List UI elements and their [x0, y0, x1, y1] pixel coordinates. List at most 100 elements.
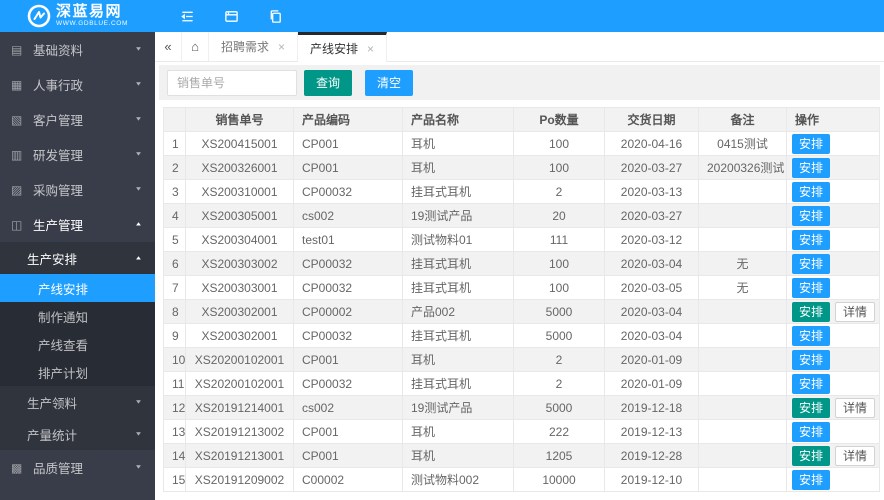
tab-recruit-demand[interactable]: 招聘需求 ×: [209, 32, 299, 61]
close-tab-icon[interactable]: ×: [278, 41, 285, 53]
arrange-button[interactable]: 安排: [792, 133, 831, 154]
cell-product_code: CP00032: [293, 323, 403, 348]
cell-delivery_date: 2020-04-16: [604, 131, 699, 156]
table-row: 11 XS20200102001 CP00032 挂耳式耳机 2 2020-01-09 安排: [163, 371, 880, 396]
cell-po_qty: 100: [513, 155, 605, 180]
sidebar-item-basic-data[interactable]: ▤ 基础资料 ▼: [0, 32, 155, 67]
cell-product_name: 挂耳式耳机: [402, 323, 514, 348]
cell-product_name: 19测试产品: [402, 203, 514, 228]
arrange-button[interactable]: 安排: [792, 229, 831, 250]
detail-button[interactable]: 详情: [835, 301, 876, 322]
sidebar-item-rd-mgmt[interactable]: ▥ 研发管理 ▼: [0, 137, 155, 172]
cell-remark: [698, 419, 787, 444]
column-header: 产品名称: [402, 107, 514, 132]
sidebar-item-hr-admin[interactable]: ▦ 人事行政 ▼: [0, 67, 155, 102]
cell-product_code: test01: [293, 227, 403, 252]
column-header: 操作: [786, 107, 880, 132]
table-row: 10 XS20200102001 CP001 耳机 2 2020-01-09 安排: [163, 347, 880, 372]
sidebar-item-line-view[interactable]: 产线查看: [0, 330, 155, 358]
cell-product_code: CP00032: [293, 251, 403, 276]
arrange-button[interactable]: 安排: [792, 445, 831, 466]
sidebar-item-scheduling-plan[interactable]: 排产计划: [0, 358, 155, 386]
table-row: 1 XS200415001 CP001 耳机 100 2020-04-16 0415测试 安排: [163, 131, 880, 156]
arrange-button[interactable]: 安排: [792, 469, 831, 490]
arrange-button[interactable]: 安排: [792, 373, 831, 394]
cell-actions: 安排: [786, 155, 880, 180]
sidebar-item-label: 产线安排: [38, 282, 89, 297]
brand-subtitle: WWW.GDBLUE.COM: [56, 20, 128, 28]
sidebar-item-customer-mgmt[interactable]: ▧ 客户管理 ▼: [0, 102, 155, 137]
arrange-button[interactable]: 安排: [792, 205, 831, 226]
tabbar: « ⌂ 招聘需求 × 产线安排 ×: [155, 32, 884, 62]
home-icon[interactable]: ⌂: [182, 32, 209, 61]
sidebar-item-production-mgmt[interactable]: ◫ 生产管理 ▲: [0, 207, 155, 242]
cell-actions: 安排: [786, 467, 880, 492]
sidebar-item-production-arrange[interactable]: 生产安排 ▲: [0, 242, 155, 274]
search-toolbar: 查询 清空: [159, 65, 880, 100]
copy-icon[interactable]: [267, 8, 283, 24]
cell-sale_no: XS20200102001: [185, 347, 294, 372]
cell-product_name: 耳机: [402, 131, 514, 156]
outline-list-icon[interactable]: [179, 8, 195, 24]
chevron-down-icon: ▼: [134, 431, 143, 437]
cell-product_code: CP001: [293, 419, 403, 444]
column-header: 交货日期: [604, 107, 699, 132]
main-content: « ⌂ 招聘需求 × 产线安排 × 查询 清空 销售单号产品编码产品名称Po数量交货日…: [155, 32, 884, 500]
window-icon[interactable]: [223, 8, 239, 24]
cell-sale_no: XS20191213002: [185, 419, 294, 444]
table-row: 4 XS200305001 cs002 19测试产品 20 2020-03-27 安排: [163, 203, 880, 228]
arrange-button[interactable]: 安排: [792, 181, 831, 202]
sidebar-item-output-stats[interactable]: 产量统计 ▼: [0, 418, 155, 450]
cell-po_qty: 100: [513, 251, 605, 276]
table-row: 6 XS200303002 CP00032 挂耳式耳机 100 2020-03-04 无安排: [163, 251, 880, 276]
cell-sale_no: XS200303002: [185, 251, 294, 276]
query-button[interactable]: 查询: [304, 69, 353, 96]
cell-product_code: CP001: [293, 443, 403, 468]
cell-index: 1: [163, 131, 186, 156]
brand[interactable]: 深蓝易网 WWW.GDBLUE.COM: [0, 0, 155, 32]
cell-po_qty: 5000: [513, 323, 605, 348]
arrange-button[interactable]: 安排: [792, 277, 831, 298]
cell-product_name: 测试物料002: [402, 467, 514, 492]
sidebar-item-label: 基础资料: [33, 44, 84, 58]
cell-remark: [698, 227, 787, 252]
arrange-button[interactable]: 安排: [792, 349, 831, 370]
cell-product_code: CP00032: [293, 179, 403, 204]
file-icon: ◫: [11, 217, 23, 232]
cell-remark: [698, 443, 787, 468]
sidebar-item-purchasing-mgmt[interactable]: ▨ 采购管理 ▼: [0, 172, 155, 207]
cell-actions: 安排: [786, 419, 880, 444]
cell-index: 8: [163, 299, 186, 324]
cell-delivery_date: 2020-03-13: [604, 179, 699, 204]
sidebar-item-make-notice[interactable]: 制作通知: [0, 302, 155, 330]
cell-delivery_date: 2020-03-04: [604, 299, 699, 324]
cell-remark: 无: [698, 275, 787, 300]
table-row: 13 XS20191213002 CP001 耳机 222 2019-12-13 安排: [163, 419, 880, 444]
detail-button[interactable]: 详情: [835, 397, 876, 418]
sidebar-item-production-material[interactable]: 生产领料 ▼: [0, 386, 155, 418]
table-row: 9 XS200302001 CP00032 挂耳式耳机 5000 2020-03-04 安排: [163, 323, 880, 348]
brand-text: 深蓝易网 WWW.GDBLUE.COM: [56, 4, 128, 28]
logo-icon: [27, 4, 51, 28]
arrange-button[interactable]: 安排: [792, 157, 831, 178]
arrange-button[interactable]: 安排: [792, 397, 831, 418]
sidebar-item-line-arrange[interactable]: 产线安排: [0, 274, 155, 302]
arrange-button[interactable]: 安排: [792, 253, 831, 274]
arrange-button[interactable]: 安排: [792, 421, 831, 442]
arrange-button[interactable]: 安排: [792, 301, 831, 322]
close-tab-icon[interactable]: ×: [367, 43, 374, 55]
cell-po_qty: 100: [513, 275, 605, 300]
table-row: 5 XS200304001 test01 测试物料01 111 2020-03-12 安排: [163, 227, 880, 252]
tab-line-arrange[interactable]: 产线安排 ×: [298, 32, 388, 62]
detail-button[interactable]: 详情: [835, 445, 876, 466]
cell-product_name: 耳机: [402, 419, 514, 444]
header-icons: [179, 8, 283, 24]
sidebar-item-quality-mgmt[interactable]: ▩ 品质管理 ▼: [0, 450, 155, 485]
clear-button[interactable]: 清空: [365, 69, 414, 96]
cell-sale_no: XS20191209002: [185, 467, 294, 492]
cell-product_code: CP00032: [293, 371, 403, 396]
search-input[interactable]: [167, 69, 297, 96]
scroll-tabs-left-icon[interactable]: «: [155, 32, 182, 61]
cell-delivery_date: 2019-12-28: [604, 443, 699, 468]
arrange-button[interactable]: 安排: [792, 325, 831, 346]
